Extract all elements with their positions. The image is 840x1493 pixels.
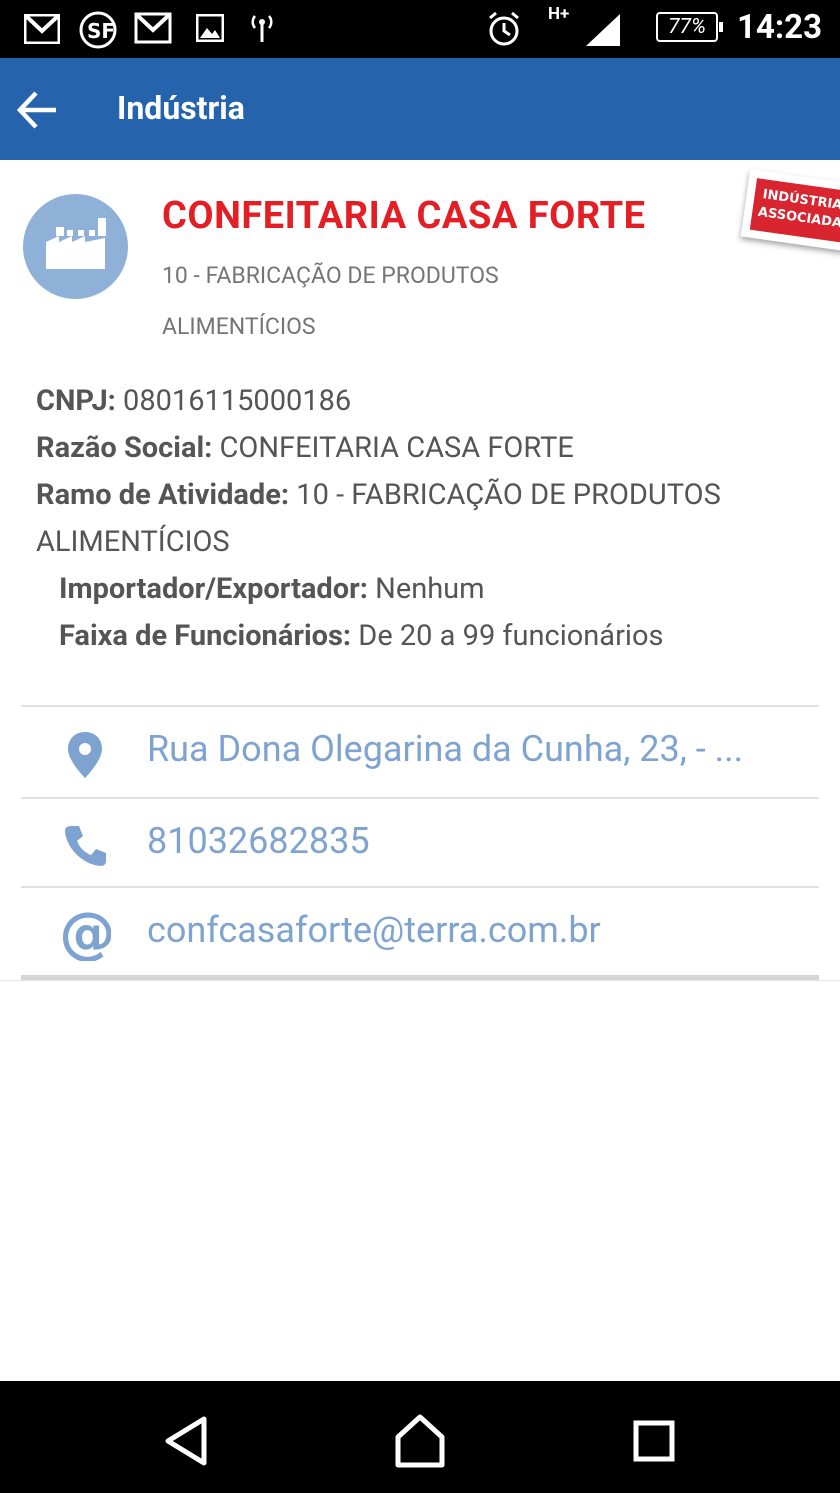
email-link[interactable]: confcasaforte@terra.com.br [147, 909, 601, 951]
cnpj-row: CNPJ: 08016115000186 [36, 378, 816, 425]
image-icon [196, 14, 224, 42]
cnpj-value: 08016115000186 [123, 384, 352, 418]
back-arrow-icon[interactable] [16, 88, 60, 132]
app-bar: Indústria [0, 58, 840, 160]
razao-social-label: Razão Social: [36, 431, 213, 465]
company-details: CNPJ: 08016115000186 Razão Social: CONFE… [36, 378, 816, 660]
address-link[interactable]: Rua Dona Olegarina da Cunha, 23, - ... [147, 728, 743, 770]
battery-level: 77% [668, 15, 706, 39]
industria-associada-badge: INDÚSTRIA ASSOCIADA [740, 169, 840, 251]
faixa-funcionarios-value: De 20 a 99 funcionários [358, 619, 664, 653]
clock: 14:23 [736, 8, 822, 47]
importador-value: Nenhum [375, 572, 485, 606]
divider [0, 980, 840, 981]
at-sign-icon: @ [59, 907, 111, 961]
ramo-atividade-label: Ramo de Atividade: [36, 478, 290, 512]
ramo-atividade-row: Ramo de Atividade: 10 - FABRICAÇÃO DE PR… [36, 472, 816, 566]
gmail-icon [134, 12, 172, 44]
factory-icon [46, 218, 106, 269]
phone-link[interactable]: 81032682835 [147, 820, 370, 862]
home-nav-icon[interactable] [390, 1411, 450, 1471]
signal-icon [586, 14, 620, 46]
sf-icon: SF [79, 11, 117, 49]
faixa-funcionarios-label: Faixa de Funcionários: [59, 619, 352, 653]
phone-row[interactable]: 81032682835 [21, 800, 819, 888]
razao-social-value: CONFEITARIA CASA FORTE [219, 431, 574, 465]
importador-row: Importador/Exportador: Nenhum [36, 566, 816, 613]
recents-nav-icon[interactable] [624, 1411, 684, 1471]
company-sector: 10 - FABRICAÇÃO DE PRODUTOS ALIMENTÍCIOS [162, 262, 499, 340]
hotspot-icon [251, 15, 273, 42]
battery-icon: 77% [656, 12, 723, 42]
gmail-icon [24, 14, 60, 44]
razao-social-row: Razão Social: CONFEITARIA CASA FORTE [36, 425, 816, 472]
address-row[interactable]: Rua Dona Olegarina da Cunha, 23, - ... [21, 708, 819, 796]
cnpj-label: CNPJ: [36, 384, 116, 418]
importador-label: Importador/Exportador: [59, 572, 368, 606]
svg-text:SF: SF [87, 19, 115, 43]
network-type: H+ [548, 4, 570, 24]
system-nav-bar [0, 1381, 840, 1493]
status-bar: SF H+ 77% 14:23 [0, 0, 840, 58]
divider [21, 705, 819, 707]
divider [21, 886, 819, 888]
back-nav-icon[interactable] [158, 1411, 218, 1471]
page-title: Indústria [117, 89, 245, 127]
divider [21, 797, 819, 799]
company-name: CONFEITARIA CASA FORTE [162, 194, 646, 238]
location-pin-icon [68, 732, 102, 778]
faixa-funcionarios-row: Faixa de Funcionários: De 20 a 99 funcio… [36, 613, 816, 660]
badge-label: INDÚSTRIA ASSOCIADA [749, 178, 840, 243]
company-avatar [23, 194, 128, 299]
alarm-icon [489, 11, 519, 46]
svg-text:@: @ [59, 907, 111, 961]
phone-icon [65, 826, 106, 866]
email-row[interactable]: @ confcasaforte@terra.com.br [21, 889, 819, 977]
